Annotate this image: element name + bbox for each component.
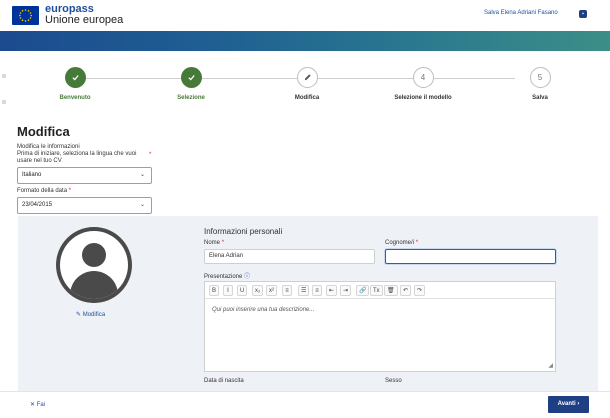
- chevron-right-icon: ›: [577, 401, 580, 407]
- trash-icon[interactable]: 🗑: [384, 285, 398, 296]
- step-number: 5: [529, 67, 551, 88]
- intro-line: usare nel tuo CV: [17, 158, 62, 164]
- bullet-list-button[interactable]: ≡: [312, 285, 322, 296]
- undo-icon[interactable]: ↶: [400, 285, 412, 296]
- pencil-icon: ✎: [76, 312, 82, 318]
- chevron-down-icon: ⌄: [139, 202, 145, 208]
- eu-flag-icon: [12, 6, 39, 25]
- intro-text: Modifica le informazioni Prima di inizia…: [17, 144, 157, 165]
- step-label: Benvenuto: [59, 95, 91, 101]
- ordered-list-button[interactable]: ☰: [298, 285, 310, 296]
- name-input[interactable]: Elena Adrian: [204, 249, 375, 264]
- presentation-placeholder: Qui puoi inserire una tua descrizione...: [212, 307, 315, 313]
- date-format-select[interactable]: 23/04/2015 ⌄: [17, 197, 152, 214]
- language-select[interactable]: Italiano ⌄: [17, 167, 152, 184]
- step-label: Modifica: [294, 95, 320, 101]
- check-icon: [64, 67, 86, 88]
- italic-button[interactable]: I: [223, 285, 233, 296]
- step-salva[interactable]: 5 Salva: [500, 67, 580, 101]
- logo-subtitle: Unione europea: [45, 14, 124, 26]
- step-label: Selezione: [177, 95, 205, 101]
- next-button[interactable]: Avanti ›: [548, 396, 589, 413]
- progress-stepper: Benvenuto Selezione Modifica 4 Selezione…: [0, 67, 610, 107]
- save-icon[interactable]: ▪: [579, 10, 587, 18]
- app-header: europass Unione europea Salva Elena Adri…: [0, 0, 610, 31]
- bold-button[interactable]: B: [209, 285, 220, 296]
- underline-button[interactable]: U: [237, 285, 248, 296]
- back-button[interactable]: ✕ Fai: [30, 401, 45, 408]
- date-format-label: Formato della data *: [17, 188, 72, 194]
- save-link[interactable]: Salva Elena Adriani Fasano: [484, 10, 558, 16]
- outdent-button[interactable]: ⇤: [326, 285, 338, 296]
- editor-toolbar: B I U x₂ x² ≡ ☰ ≡ ⇤ ⇥ 🔗 Tx 🗑 ↶ ↷: [205, 282, 555, 299]
- surname-label: Cognome/i *: [385, 240, 419, 246]
- surname-input[interactable]: [385, 249, 556, 264]
- date-format-value: 23/04/2015: [22, 202, 53, 208]
- header-banner: [0, 31, 610, 51]
- footer-bar: ✕ Fai Avanti ›: [0, 391, 610, 418]
- step-label: Salva: [532, 95, 548, 101]
- step-selezione[interactable]: Selezione: [151, 67, 231, 101]
- step-selezione-modello[interactable]: 4 Selezione il modello: [383, 67, 463, 101]
- birthdate-label: Data di nascita: [204, 378, 244, 384]
- indent-button[interactable]: ⇥: [340, 285, 352, 296]
- pencil-icon: [296, 67, 318, 88]
- step-modifica[interactable]: Modifica: [267, 67, 347, 101]
- gender-label: Sesso: [385, 378, 402, 384]
- presentation-label: Presentazione ⓘ: [204, 274, 251, 280]
- intro-line: Prima di iniziare, seleziona la lingua c…: [17, 151, 137, 157]
- avatar-icon[interactable]: [56, 227, 132, 303]
- chevron-down-icon: ⌄: [139, 172, 145, 178]
- language-value: Italiano: [22, 172, 42, 178]
- edit-photo-link[interactable]: ✎ Modifica: [76, 311, 105, 318]
- align-button[interactable]: ≡: [282, 285, 292, 296]
- name-label: Nome *: [204, 240, 225, 246]
- presentation-editor[interactable]: B I U x₂ x² ≡ ☰ ≡ ⇤ ⇥ 🔗 Tx 🗑 ↶ ↷ Qui puo…: [204, 281, 556, 372]
- redo-icon[interactable]: ↷: [414, 285, 426, 296]
- step-number: 4: [412, 67, 434, 88]
- intro-line: Modifica le informazioni: [17, 144, 80, 150]
- link-icon[interactable]: 🔗: [356, 285, 370, 296]
- close-icon: ✕: [30, 402, 36, 408]
- info-icon: ⓘ: [244, 274, 251, 280]
- subscript-button[interactable]: x₂: [252, 285, 264, 296]
- clear-format-button[interactable]: Tx: [370, 285, 383, 296]
- check-icon: [180, 67, 202, 88]
- required-mark: *: [149, 152, 152, 158]
- step-label: Selezione il modello: [394, 95, 452, 101]
- resize-handle-icon[interactable]: ◢: [548, 362, 553, 369]
- superscript-button[interactable]: x²: [266, 285, 277, 296]
- section-title: Informazioni personali: [204, 227, 283, 236]
- step-benvenuto[interactable]: Benvenuto: [35, 67, 115, 101]
- page-title: Modifica: [17, 124, 70, 139]
